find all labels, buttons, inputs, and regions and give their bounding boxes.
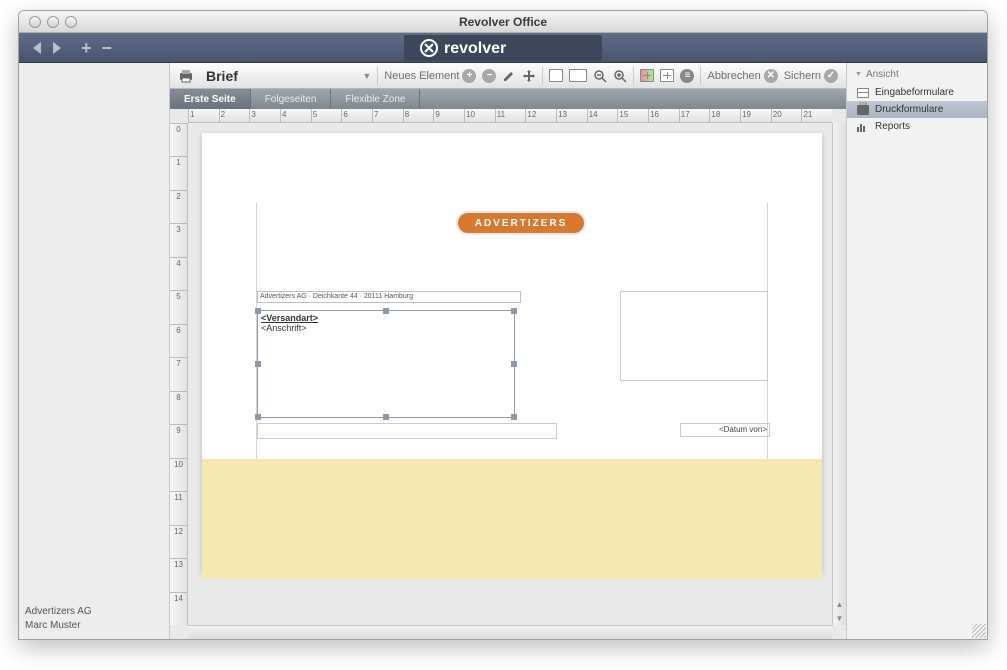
remove-button[interactable]: − xyxy=(102,39,113,57)
cancel-label: Abbrechen xyxy=(707,70,760,82)
main-editor: Brief ▼ Neues Element + − ≡ xyxy=(169,63,847,639)
dropdown-toggle[interactable]: ▼ xyxy=(362,71,371,81)
zoom-out-button[interactable] xyxy=(593,69,607,83)
scroll-down-button[interactable]: ▼ xyxy=(833,611,846,625)
panel-item-reports[interactable]: Reports xyxy=(847,118,987,135)
right-panel-header[interactable]: Ansicht xyxy=(847,65,987,84)
brand-bar: + − revolver xyxy=(19,33,987,63)
nav-forward-button[interactable] xyxy=(53,42,61,54)
resize-handle[interactable] xyxy=(511,414,517,420)
add-button[interactable]: + xyxy=(81,39,92,57)
plus-icon: + xyxy=(462,69,476,83)
minus-icon: − xyxy=(482,69,496,83)
window-title: Revolver Office xyxy=(19,15,987,29)
vertical-ruler: 01234567891011121314 xyxy=(170,123,188,625)
resize-grip[interactable] xyxy=(972,624,986,638)
editor-viewport: 123456789101112131415161718192021 012345… xyxy=(170,109,846,639)
cancel-icon: ✕ xyxy=(764,69,778,83)
table-icon xyxy=(660,69,674,82)
save-button[interactable]: Sichern ✓ xyxy=(784,69,838,83)
footer-info: Advertizers AG Marc Muster xyxy=(25,605,92,633)
resize-handle[interactable] xyxy=(383,414,389,420)
recipient-address-field[interactable]: <Versandart> <Anschrift> xyxy=(257,310,515,418)
resize-handle[interactable] xyxy=(255,308,261,314)
table-button[interactable] xyxy=(660,69,674,82)
resize-handle[interactable] xyxy=(511,308,517,314)
scroll-up-button[interactable]: ▲ xyxy=(833,597,846,611)
spread-view-button[interactable] xyxy=(569,69,587,82)
tab-following-pages[interactable]: Folgeseiten xyxy=(251,89,332,109)
toolbar: Brief ▼ Neues Element + − ≡ xyxy=(170,63,846,89)
left-sidebar: Advertizers AG Marc Muster xyxy=(19,63,169,639)
cancel-button[interactable]: Abbrechen ✕ xyxy=(707,69,777,83)
check-icon: ✓ xyxy=(824,69,838,83)
subject-field[interactable] xyxy=(257,423,557,439)
grid-color-button[interactable] xyxy=(640,69,654,82)
print-icon[interactable] xyxy=(178,68,194,84)
info-box-field[interactable] xyxy=(620,291,768,381)
brand-logo: revolver xyxy=(404,35,602,61)
print-icon xyxy=(857,105,869,115)
svg-text:revolver: revolver xyxy=(444,40,506,57)
edit-tool-button[interactable] xyxy=(502,69,516,83)
form-icon xyxy=(857,88,869,98)
canvas[interactable]: ADVERTIZERS Advertizers AG · Deichkante … xyxy=(188,123,832,625)
new-element-button[interactable]: Neues Element + xyxy=(384,69,476,83)
panel-item-druckformulare[interactable]: Druckformulare xyxy=(847,101,987,118)
resize-handle[interactable] xyxy=(255,414,261,420)
flexible-zone-area xyxy=(202,459,822,579)
anschrift-placeholder: <Anschrift> xyxy=(258,323,514,333)
resize-handle[interactable] xyxy=(383,308,389,314)
spread-icon xyxy=(569,69,587,82)
list-button[interactable]: ≡ xyxy=(680,69,694,83)
document-page: ADVERTIZERS Advertizers AG · Deichkante … xyxy=(202,133,822,573)
vertical-scrollbar[interactable]: ▲ ▼ xyxy=(832,123,846,625)
horizontal-scrollbar[interactable] xyxy=(188,625,832,639)
move-tool-button[interactable] xyxy=(522,69,536,83)
remove-element-button[interactable]: − xyxy=(482,69,496,83)
tab-first-page[interactable]: Erste Seite xyxy=(170,89,251,109)
tab-flexible-zone[interactable]: Flexible Zone xyxy=(331,89,420,109)
document-title: Brief xyxy=(206,68,238,84)
date-field[interactable]: <Datum von> xyxy=(680,423,770,437)
titlebar: Revolver Office xyxy=(19,11,987,33)
footer-company: Advertizers AG xyxy=(25,605,92,619)
sender-address-field[interactable]: Advertizers AG · Deichkante 44 · 20111 H… xyxy=(257,291,521,303)
company-logo[interactable]: ADVERTIZERS xyxy=(456,211,586,235)
app-window: Revolver Office + − revolver Advertizers… xyxy=(18,10,988,640)
footer-user: Marc Muster xyxy=(25,619,92,633)
nav-back-button[interactable] xyxy=(33,42,41,54)
resize-handle[interactable] xyxy=(511,361,517,367)
panel-item-eingabeformulare[interactable]: Eingabeformulare xyxy=(847,84,987,101)
page-view-button[interactable] xyxy=(549,69,563,82)
right-panel: Ansicht Eingabeformulare Druckformulare … xyxy=(847,63,987,639)
page-icon xyxy=(549,69,563,82)
horizontal-ruler: 123456789101112131415161718192021 xyxy=(188,109,832,123)
save-label: Sichern xyxy=(784,70,821,82)
grid-icon xyxy=(640,69,654,82)
page-tabs: Erste Seite Folgeseiten Flexible Zone xyxy=(170,89,846,109)
zoom-in-button[interactable] xyxy=(613,69,627,83)
chart-icon xyxy=(857,122,869,132)
new-element-label: Neues Element xyxy=(384,70,459,82)
list-icon: ≡ xyxy=(680,69,694,83)
resize-handle[interactable] xyxy=(255,361,261,367)
